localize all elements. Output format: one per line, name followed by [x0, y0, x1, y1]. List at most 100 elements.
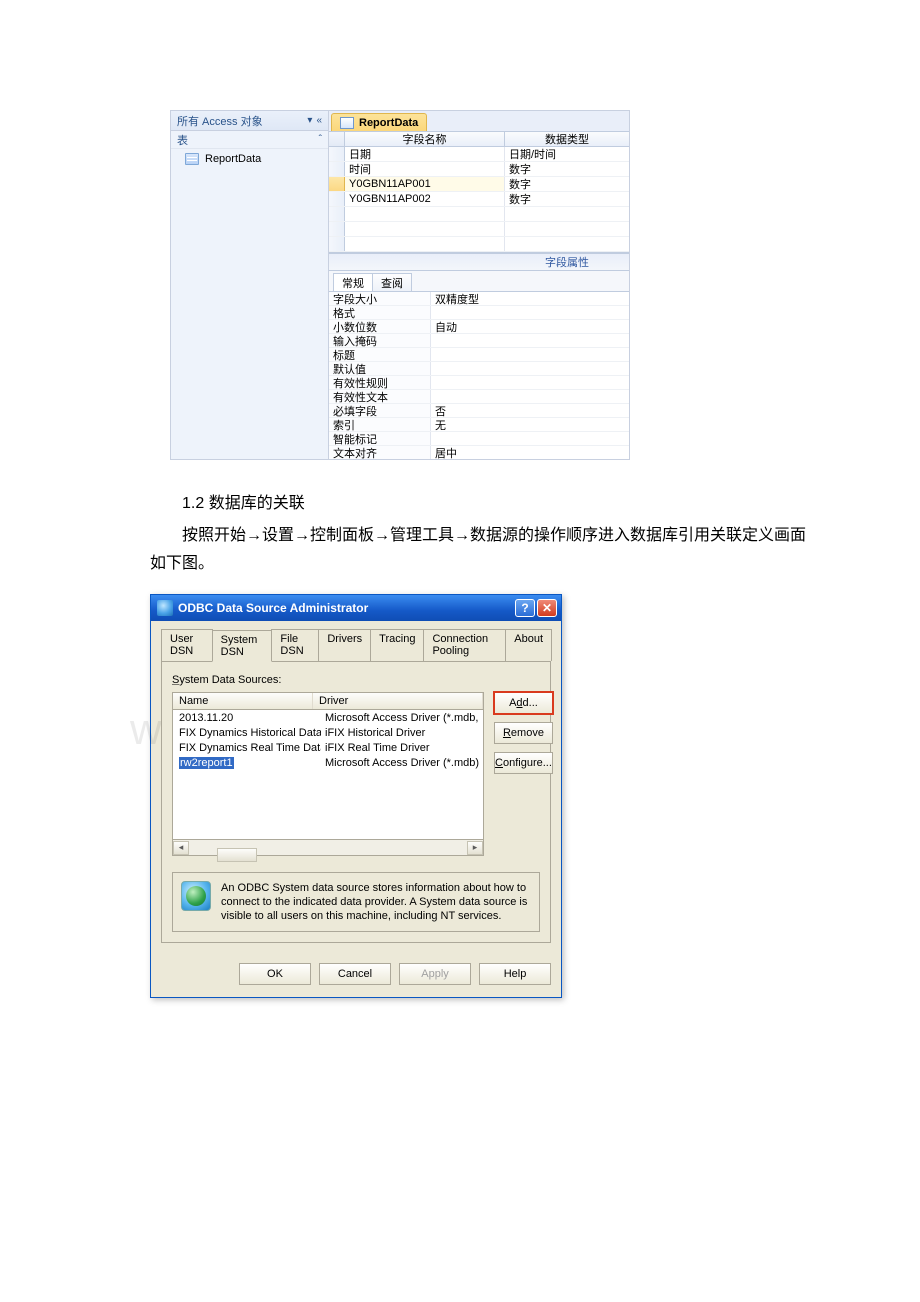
table-row[interactable]: 日期日期/时间 [329, 147, 629, 162]
table-icon [185, 153, 199, 165]
field-name-cell[interactable] [345, 237, 505, 251]
help-button[interactable]: ? [515, 599, 535, 617]
property-value[interactable] [431, 306, 629, 319]
data-type-cell[interactable] [505, 222, 629, 236]
data-type-cell[interactable] [505, 237, 629, 251]
property-value[interactable]: 双精度型 [431, 292, 629, 305]
table-row[interactable] [329, 237, 629, 252]
col-data-type[interactable]: 数据类型 [505, 132, 629, 146]
close-button[interactable]: ✕ [537, 599, 557, 617]
field-name-cell[interactable]: 日期 [345, 147, 505, 161]
data-type-cell[interactable]: 日期/时间 [505, 147, 629, 161]
property-row[interactable]: 文本对齐居中 [329, 446, 629, 459]
nav-group-tables[interactable]: 表 ˆ [171, 131, 328, 149]
add-button[interactable]: Add... [494, 692, 553, 714]
table-row[interactable]: Y0GBN11AP001数字 [329, 177, 629, 192]
data-type-cell[interactable]: 数字 [505, 192, 629, 206]
list-item[interactable]: 2013.11.20Microsoft Access Driver (*.mdb… [173, 710, 483, 725]
row-selector[interactable] [329, 177, 345, 191]
remove-button[interactable]: Remove [494, 722, 553, 744]
nav-item-reportdata[interactable]: ReportData [171, 149, 328, 169]
dialog-titlebar[interactable]: ODBC Data Source Administrator ? ✕ [151, 595, 561, 621]
list-header: Name Driver [172, 692, 484, 710]
list-item[interactable]: rw2report1Microsoft Access Driver (*.mdb… [173, 755, 483, 770]
collapse-icon[interactable]: « [316, 115, 322, 126]
scroll-right-icon[interactable]: ▸ [467, 841, 483, 855]
ok-button[interactable]: OK [239, 963, 311, 985]
row-selector[interactable] [329, 192, 345, 206]
property-label: 输入掩码 [329, 334, 431, 347]
side-buttons: Add... Remove Configure... [494, 692, 553, 856]
horizontal-scrollbar[interactable]: ◂ ▸ [172, 840, 484, 856]
property-value[interactable]: 居中 [431, 446, 629, 459]
row-selector[interactable] [329, 237, 345, 251]
tab-drivers[interactable]: Drivers [318, 629, 371, 661]
info-box: An ODBC System data source stores inform… [172, 872, 540, 932]
property-row[interactable]: 必填字段否 [329, 404, 629, 418]
table-row[interactable] [329, 207, 629, 222]
property-value[interactable]: 否 [431, 404, 629, 417]
property-label: 有效性规则 [329, 376, 431, 389]
row-selector[interactable] [329, 222, 345, 236]
field-name-cell[interactable] [345, 222, 505, 236]
property-value[interactable] [431, 390, 629, 403]
property-value[interactable]: 自动 [431, 320, 629, 333]
row-selector[interactable] [329, 162, 345, 176]
row-selector-header[interactable] [329, 132, 345, 146]
col-name[interactable]: Name [173, 693, 313, 709]
tab-general[interactable]: 常规 [333, 273, 373, 291]
property-value[interactable] [431, 362, 629, 375]
property-label: 默认值 [329, 362, 431, 375]
chevron-up-icon[interactable]: ˆ [319, 134, 322, 145]
list-rows[interactable]: 2013.11.20Microsoft Access Driver (*.mdb… [172, 710, 484, 840]
tab-reportdata[interactable]: ReportData [331, 113, 427, 131]
dsn-driver: iFIX Real Time Driver [321, 742, 483, 754]
tab-file-dsn[interactable]: File DSN [271, 629, 319, 661]
property-value[interactable] [431, 376, 629, 389]
odbc-administrator-dialog: ODBC Data Source Administrator ? ✕ User … [150, 594, 562, 998]
dropdown-icon[interactable]: ▾ [307, 115, 312, 126]
scroll-left-icon[interactable]: ◂ [173, 841, 189, 855]
property-value[interactable]: 无 [431, 418, 629, 431]
field-name-cell[interactable]: 时间 [345, 162, 505, 176]
property-value[interactable] [431, 432, 629, 445]
tab-tracing[interactable]: Tracing [370, 629, 424, 661]
scroll-thumb[interactable] [217, 848, 257, 862]
list-item[interactable]: FIX Dynamics Historical DataiFIX Histori… [173, 725, 483, 740]
table-row[interactable] [329, 222, 629, 237]
property-row[interactable]: 输入掩码 [329, 334, 629, 348]
property-label: 字段大小 [329, 292, 431, 305]
col-driver[interactable]: Driver [313, 693, 483, 709]
data-type-cell[interactable]: 数字 [505, 177, 629, 191]
row-selector[interactable] [329, 147, 345, 161]
help-button[interactable]: Help [479, 963, 551, 985]
table-row[interactable]: Y0GBN11AP002数字 [329, 192, 629, 207]
field-name-cell[interactable] [345, 207, 505, 221]
apply-button[interactable]: Apply [399, 963, 471, 985]
section-paragraph: 按照开始→设置→控制面板→管理工具→数据源的操作顺序进入数据库引用关联定义画面如… [150, 522, 810, 578]
configure-button[interactable]: Configure... [494, 752, 553, 774]
tab-connection-pooling[interactable]: Connection Pooling [423, 629, 506, 661]
property-grid: 字段大小双精度型格式小数位数自动输入掩码标题默认值有效性规则有效性文本必填字段否… [329, 291, 629, 459]
col-field-name[interactable]: 字段名称 [345, 132, 505, 146]
table-row[interactable]: 时间数字 [329, 162, 629, 177]
data-source-list[interactable]: Name Driver 2013.11.20Microsoft Access D… [172, 692, 484, 856]
property-row[interactable]: 字段大小双精度型 [329, 292, 629, 306]
field-properties-title: 字段属性 [329, 253, 629, 271]
property-row[interactable]: 标题 [329, 348, 629, 362]
cancel-button[interactable]: Cancel [319, 963, 391, 985]
tab-lookup[interactable]: 查阅 [372, 273, 412, 291]
tab-system-dsn[interactable]: System DSN [212, 630, 273, 662]
field-name-cell[interactable]: Y0GBN11AP001 [345, 177, 505, 191]
data-type-cell[interactable] [505, 207, 629, 221]
property-value[interactable] [431, 334, 629, 347]
field-name-cell[interactable]: Y0GBN11AP002 [345, 192, 505, 206]
row-selector[interactable] [329, 207, 345, 221]
nav-pane-header[interactable]: 所有 Access 对象 ▾ « [171, 111, 328, 131]
data-type-cell[interactable]: 数字 [505, 162, 629, 176]
property-value[interactable] [431, 348, 629, 361]
property-label: 必填字段 [329, 404, 431, 417]
list-item[interactable]: FIX Dynamics Real Time DataiFIX Real Tim… [173, 740, 483, 755]
tab-about[interactable]: About [505, 629, 552, 661]
tab-user-dsn[interactable]: User DSN [161, 629, 213, 661]
